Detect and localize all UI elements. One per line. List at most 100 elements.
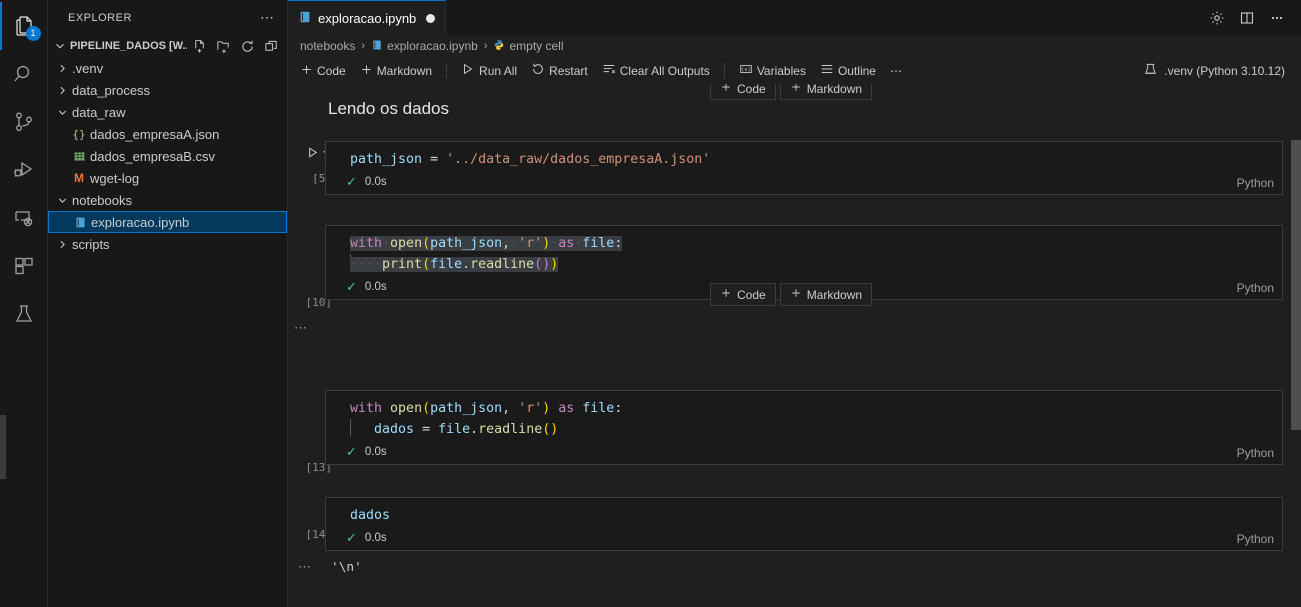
activity-item-source-control[interactable] — [0, 98, 48, 146]
activity-item-explorer[interactable]: 1 — [0, 2, 48, 50]
outline-icon — [820, 62, 834, 79]
breadcrumb-item-notebooks[interactable]: notebooks — [300, 39, 355, 53]
activity-bar-scrollbar[interactable] — [0, 415, 6, 479]
new-file-icon[interactable] — [189, 36, 209, 56]
cell-language-4[interactable]: Python — [1237, 532, 1274, 546]
tree-item-data-process[interactable]: data_process — [48, 79, 287, 101]
success-check-icon: ✓ — [346, 444, 357, 459]
breadcrumb-separator: › — [483, 40, 488, 52]
success-check-icon: ✓ — [346, 174, 357, 189]
cell-duration-1: 0.0s — [364, 176, 387, 188]
restart-button[interactable]: Restart — [525, 59, 594, 82]
tab-strip: exploracao.ipynb — [288, 0, 447, 35]
toolbar-more-actions[interactable]: ⋯ — [884, 61, 908, 81]
output-collapsed-marker-2[interactable]: ⋯ — [294, 320, 309, 336]
sidebar-more-actions-icon[interactable]: ⋯ — [256, 9, 279, 26]
sidebar-header: EXPLORER ⋯ — [48, 0, 287, 35]
ellipsis-icon[interactable] — [1263, 0, 1291, 35]
activity-item-run-and-debug[interactable] — [0, 146, 48, 194]
insert-markdown-label: Markdown — [806, 84, 863, 96]
cell-language-2[interactable]: Python — [1237, 281, 1274, 295]
explorer-sidebar: EXPLORER ⋯ PIPELINE_DADOS [W... .venv dat… — [48, 0, 288, 607]
activity-item-testing[interactable] — [0, 290, 48, 338]
collapse-all-icon[interactable] — [261, 36, 281, 56]
tab-exploracao-ipynb[interactable]: exploracao.ipynb — [288, 0, 447, 35]
refresh-icon[interactable] — [237, 36, 257, 56]
tree-item-wget-log[interactable]: Mwget-log — [48, 167, 287, 189]
explorer-actions — [189, 36, 281, 56]
add-markdown-label: Markdown — [376, 63, 433, 78]
kernel-picker[interactable]: .venv (Python 3.10.12) — [1135, 59, 1293, 83]
add-cell-toolbar-top: Code Markdown — [710, 84, 873, 100]
insert-markdown-cell-button-mid[interactable]: Markdown — [779, 283, 873, 306]
cell-editor-1[interactable]: path_json = '../data_raw/dados_empresaA.… — [325, 141, 1283, 195]
output-collapsed-marker-4[interactable]: ⋯ — [298, 559, 313, 575]
add-cell-toolbar-mid: Code Markdown — [710, 283, 873, 306]
csv-icon — [70, 150, 88, 163]
cell-code-4[interactable]: dados — [326, 498, 1282, 526]
run-all-button[interactable]: Run All — [455, 59, 523, 82]
add-code-cell-button[interactable]: Code — [294, 60, 352, 82]
plus-icon — [720, 287, 732, 302]
breadcrumb-item-empty-cell[interactable]: empty cell — [493, 39, 564, 54]
tree-item-notebooks[interactable]: notebooks — [48, 189, 287, 211]
source-control-icon — [12, 110, 36, 134]
cell-editor-4[interactable]: dados ✓ 0.0s Python — [325, 497, 1283, 551]
activity-item-search[interactable] — [0, 50, 48, 98]
add-markdown-cell-button[interactable]: Markdown — [354, 60, 438, 82]
editor-area: exploracao.ipynb notebooks › exploracao.ip… — [288, 0, 1301, 607]
cell-code-2[interactable]: with·open(path_json,·'r')·as·file: ····p… — [326, 226, 1282, 275]
sidebar-title: EXPLORER — [68, 11, 132, 24]
tree-item-label: exploracao.ipynb — [91, 214, 190, 230]
beaker-icon — [12, 302, 36, 326]
clear-all-outputs-button[interactable]: Clear All Outputs — [596, 59, 716, 82]
outline-button[interactable]: Outline — [814, 59, 882, 82]
plus-icon — [720, 84, 732, 96]
split-editor-icon[interactable] — [1233, 0, 1261, 35]
insert-code-cell-button-top[interactable]: Code — [710, 84, 776, 100]
chevron-down-icon — [52, 39, 68, 53]
cell-language-1[interactable]: Python — [1237, 176, 1274, 190]
tree-item-dados-empresaa-json[interactable]: {} dados_empresaA.json — [48, 123, 287, 145]
cell-status-4: ✓ 0.0s — [326, 526, 1282, 550]
tab-dirty-indicator[interactable] — [426, 13, 436, 23]
markdown-icon: M — [74, 171, 84, 185]
cell-duration-4: 0.0s — [364, 532, 387, 544]
activity-item-extensions[interactable] — [0, 242, 48, 290]
breadcrumb-item-exploracao-ipynb[interactable]: exploracao.ipynb — [371, 39, 478, 54]
tree-item-label: notebooks — [72, 192, 132, 208]
toolbar-separator-2 — [723, 62, 725, 79]
python-icon — [493, 39, 505, 54]
chevron-right-icon — [54, 62, 70, 75]
ellipsis-icon: ⋯ — [889, 63, 902, 78]
gear-icon[interactable] — [1203, 0, 1231, 35]
notebook-scrollbar-track[interactable] — [1291, 84, 1301, 607]
notebook-scrollbar-thumb[interactable] — [1291, 140, 1301, 430]
tree-item--venv[interactable]: .venv — [48, 57, 287, 79]
activity-item-remote-explorer[interactable] — [0, 194, 48, 242]
variables-button[interactable]: (x) Variables — [733, 59, 812, 82]
insert-code-cell-button-mid[interactable]: Code — [710, 283, 776, 306]
run-all-label: Run All — [479, 63, 518, 78]
new-folder-icon[interactable] — [213, 36, 233, 56]
workspace-section-header[interactable]: PIPELINE_DADOS [W... — [48, 35, 287, 57]
tree-item-scripts[interactable]: scripts — [48, 233, 287, 255]
success-check-icon: ✓ — [346, 530, 357, 545]
insert-code-label: Code — [737, 84, 766, 96]
cell-language-3[interactable]: Python — [1237, 446, 1274, 460]
tab-bar: exploracao.ipynb — [288, 0, 1301, 35]
tree-item-data-raw[interactable]: data_raw — [48, 101, 287, 123]
tree-item-exploracao-ipynb[interactable]: exploracao.ipynb — [48, 211, 287, 233]
variables-label: Variables — [756, 63, 806, 78]
insert-markdown-cell-button-top[interactable]: Markdown — [779, 84, 873, 100]
tree-item-dados-empresab-csv[interactable]: dados_empresaB.csv — [48, 145, 287, 167]
cell-code-1[interactable]: path_json = '../data_raw/dados_empresaA.… — [326, 142, 1282, 170]
extensions-icon — [12, 254, 36, 278]
add-code-label: Code — [317, 63, 346, 78]
cell-editor-3[interactable]: with open(path_json, 'r') as file: dados… — [325, 390, 1283, 465]
tree-item-label: data_process — [72, 82, 151, 98]
tab-label: exploracao.ipynb — [318, 10, 417, 26]
clear-all-outputs-label: Clear All Outputs — [619, 63, 710, 78]
cell-code-3[interactable]: with open(path_json, 'r') as file: dados… — [326, 391, 1282, 440]
insert-code-label: Code — [737, 287, 766, 302]
